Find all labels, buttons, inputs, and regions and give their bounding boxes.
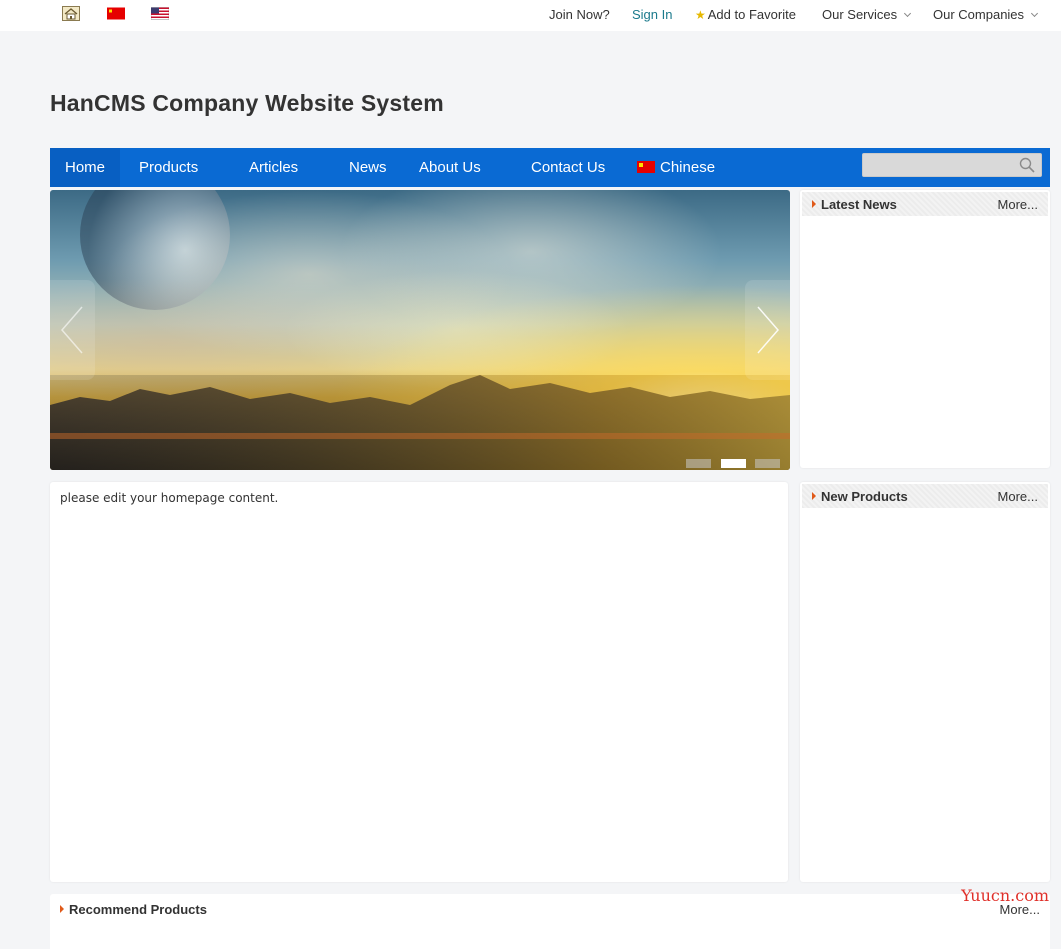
latest-news-title: Latest News	[821, 197, 897, 212]
new-products-title: New Products	[821, 489, 908, 504]
slide-dot-2[interactable]	[720, 459, 746, 468]
our-companies-menu[interactable]: Our Companies	[933, 7, 1039, 22]
recommend-products-title: Recommend Products	[69, 902, 207, 917]
slide-prev-button[interactable]	[50, 280, 95, 380]
cn-flag-icon[interactable]	[107, 6, 125, 21]
recommend-products-section: Recommend Products More...	[50, 894, 1050, 949]
nav-item-about-us[interactable]: About Us	[419, 148, 481, 187]
nav-item-news[interactable]: News	[349, 148, 387, 187]
slide-dot-1[interactable]	[686, 459, 712, 468]
bullet-triangle-icon	[812, 492, 816, 500]
latest-news-header: Latest News More...	[802, 192, 1048, 216]
our-services-label: Our Services	[822, 7, 898, 22]
banner-mountains-image	[50, 375, 790, 470]
nav-item-contact-us[interactable]: Contact Us	[531, 148, 605, 187]
chevron-right-icon	[757, 306, 779, 354]
slide-indicators	[681, 455, 780, 468]
nav-item-home[interactable]: Home	[50, 148, 121, 187]
cn-flag-icon	[637, 161, 655, 173]
new-products-header: New Products More...	[802, 484, 1048, 508]
nav-item-chinese[interactable]: Chinese	[637, 148, 715, 187]
our-companies-label: Our Companies	[933, 7, 1025, 22]
new-products-panel: New Products More...	[800, 482, 1050, 882]
chevron-down-icon	[1031, 9, 1039, 18]
search-icon[interactable]	[1019, 157, 1035, 173]
us-flag-icon[interactable]	[151, 6, 169, 21]
slide-dot-3[interactable]	[755, 459, 780, 468]
add-to-favorite-label: Add to Favorite	[707, 7, 796, 22]
latest-news-more-link[interactable]: More...	[998, 197, 1038, 212]
join-now-link[interactable]: Join Now?	[549, 7, 610, 22]
nav-item-chinese-label: Chinese	[660, 159, 716, 176]
search-box	[862, 153, 1042, 177]
top-utility-bar: Join Now? Sign In ★ Add to Favorite Our S…	[0, 0, 1061, 31]
chevron-down-icon	[904, 9, 912, 18]
nav-item-products[interactable]: Products	[139, 148, 198, 187]
watermark: Yuucn.com	[961, 886, 1049, 905]
home-icon[interactable]	[62, 6, 80, 21]
chevron-left-icon	[61, 306, 83, 354]
new-products-more-link[interactable]: More...	[998, 489, 1038, 504]
latest-news-panel: Latest News More...	[800, 190, 1050, 468]
homepage-content: please edit your homepage content.	[50, 482, 788, 882]
our-services-menu[interactable]: Our Services	[822, 7, 912, 22]
star-icon: ★	[695, 8, 706, 22]
homepage-content-text: please edit your homepage content.	[60, 491, 279, 505]
slide-next-button[interactable]	[745, 280, 790, 380]
bullet-triangle-icon	[60, 905, 64, 913]
add-to-favorite-link[interactable]: ★ Add to Favorite	[695, 7, 796, 22]
site-title: HanCMS Company Website System	[50, 90, 444, 116]
sign-in-link[interactable]: Sign In	[632, 7, 672, 22]
search-input[interactable]	[869, 157, 1009, 173]
main-nav: Home Products Articles News About Us Con…	[50, 148, 1050, 187]
nav-item-articles[interactable]: Articles	[249, 148, 298, 187]
bullet-triangle-icon	[812, 200, 816, 208]
banner-slideshow	[50, 190, 790, 470]
